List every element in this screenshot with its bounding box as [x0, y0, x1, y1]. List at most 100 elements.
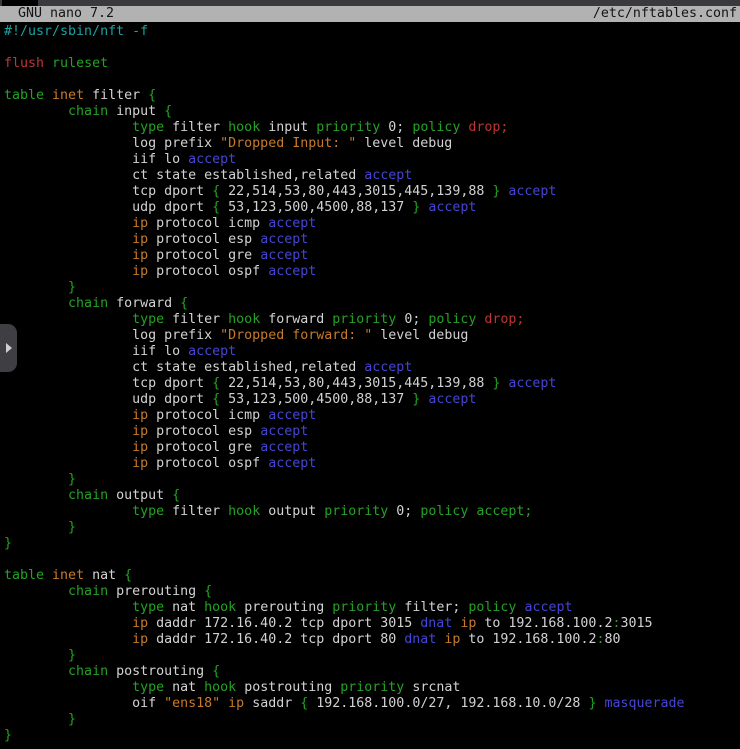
code-token: { — [148, 88, 156, 103]
code-token: protocol ospf — [148, 456, 268, 471]
code-token — [4, 472, 68, 487]
code-line[interactable]: } — [4, 728, 740, 744]
code-line[interactable]: } — [4, 520, 740, 536]
code-token — [4, 648, 68, 663]
code-token: inet — [52, 88, 84, 103]
code-line[interactable]: udp dport { 53,123,500,4500,88,137 } acc… — [4, 200, 740, 216]
code-line[interactable]: ip protocol ospf accept — [4, 264, 740, 280]
code-line[interactable]: } — [4, 280, 740, 296]
code-token — [220, 696, 228, 711]
code-line[interactable]: chain postrouting { — [4, 664, 740, 680]
code-token: ruleset — [52, 56, 108, 71]
code-token: accept — [524, 600, 572, 615]
code-line[interactable]: ip protocol gre accept — [4, 440, 740, 456]
code-line[interactable]: log prefix "Dropped Input: " level debug — [4, 136, 740, 152]
code-token — [4, 232, 132, 247]
code-token: { — [124, 568, 132, 583]
code-line[interactable]: } — [4, 648, 740, 664]
code-token: udp dport — [4, 392, 212, 407]
code-token: daddr 172.16.40.2 tcp dport 3015 — [148, 616, 420, 631]
code-token: hook — [228, 120, 260, 135]
code-token: input — [108, 104, 164, 119]
code-token: } — [68, 712, 76, 727]
code-line[interactable]: log prefix "Dropped forward: " level deb… — [4, 328, 740, 344]
code-token: ip — [444, 632, 460, 647]
code-line[interactable]: iif lo accept — [4, 344, 740, 360]
code-line[interactable]: } — [4, 472, 740, 488]
code-token: ip — [132, 216, 148, 231]
code-line[interactable]: ip protocol ospf accept — [4, 456, 740, 472]
code-line[interactable]: flush ruleset — [4, 56, 740, 72]
code-line[interactable]: tcp dport { 22,514,53,80,443,3015,445,13… — [4, 376, 740, 392]
code-line[interactable]: type filter hook output priority 0; poli… — [4, 504, 740, 520]
code-line[interactable]: type nat hook prerouting priority filter… — [4, 600, 740, 616]
code-token: ct state established,related — [4, 168, 364, 183]
code-token — [4, 424, 132, 439]
code-line[interactable]: chain prerouting { — [4, 584, 740, 600]
nano-version-label: GNU nano 7.2 — [18, 6, 114, 22]
code-line[interactable]: ip protocol esp accept — [4, 424, 740, 440]
code-line[interactable]: ip protocol icmp accept — [4, 216, 740, 232]
code-token: drop; — [468, 120, 508, 135]
code-token: ip — [132, 424, 148, 439]
code-token: } — [68, 520, 76, 535]
code-line[interactable]: iif lo accept — [4, 152, 740, 168]
code-line[interactable]: ip protocol gre accept — [4, 248, 740, 264]
code-token: chain — [68, 488, 108, 503]
code-line[interactable]: ct state established,related accept — [4, 168, 740, 184]
code-line[interactable]: type filter hook input priority 0; polic… — [4, 120, 740, 136]
code-token — [4, 408, 132, 423]
code-token — [44, 568, 52, 583]
code-token: tcp dport — [4, 184, 212, 199]
code-line[interactable] — [4, 552, 740, 568]
code-token: udp dport — [4, 200, 212, 215]
sidebar-expand-handle[interactable] — [0, 324, 17, 372]
code-line[interactable]: type nat hook postrouting priority srcna… — [4, 680, 740, 696]
code-line[interactable]: oif "ens18" ip saddr { 192.168.100.0/27,… — [4, 696, 740, 712]
code-line[interactable]: table inet nat { — [4, 568, 740, 584]
code-token: postrouting — [236, 680, 340, 695]
code-token — [44, 56, 52, 71]
code-line[interactable] — [4, 72, 740, 88]
code-token: filter — [164, 120, 228, 135]
code-line[interactable]: type filter hook forward priority 0; pol… — [4, 312, 740, 328]
code-token: forward — [108, 296, 180, 311]
code-line[interactable]: ip protocol esp accept — [4, 232, 740, 248]
code-token: protocol ospf — [148, 264, 268, 279]
code-line[interactable]: chain forward { — [4, 296, 740, 312]
code-token: protocol esp — [148, 424, 260, 439]
code-token: level debug — [372, 328, 468, 343]
code-token: inet — [52, 568, 84, 583]
code-token: to 192.168.100.2 — [460, 632, 596, 647]
code-line[interactable]: table inet filter { — [4, 88, 740, 104]
code-token — [4, 216, 132, 231]
code-line[interactable] — [4, 40, 740, 56]
code-line[interactable]: } — [4, 712, 740, 728]
code-line[interactable]: tcp dport { 22,514,53,80,443,3015,445,13… — [4, 184, 740, 200]
code-token — [4, 520, 68, 535]
editor-area[interactable]: #!/usr/sbin/nft -f flush ruleset table ine… — [4, 24, 740, 749]
code-token: accept — [428, 392, 476, 407]
code-token: prerouting — [236, 600, 332, 615]
code-token: 53,123,500,4500,88,137 — [220, 200, 412, 215]
code-line[interactable]: ip protocol icmp accept — [4, 408, 740, 424]
code-token — [4, 680, 132, 695]
code-line[interactable]: } — [4, 536, 740, 552]
code-token: table — [4, 568, 44, 583]
code-token — [4, 632, 132, 647]
code-line[interactable]: #!/usr/sbin/nft -f — [4, 24, 740, 40]
code-token — [4, 616, 132, 631]
code-line[interactable]: chain output { — [4, 488, 740, 504]
code-line[interactable]: udp dport { 53,123,500,4500,88,137 } acc… — [4, 392, 740, 408]
code-token: 22,514,53,80,443,3015,445,139,88 — [220, 376, 492, 391]
code-line[interactable]: chain input { — [4, 104, 740, 120]
code-token — [4, 264, 132, 279]
code-token — [4, 504, 132, 519]
code-line[interactable]: ct state established,related accept — [4, 360, 740, 376]
code-line[interactable]: ip daddr 172.16.40.2 tcp dport 80 dnat i… — [4, 632, 740, 648]
code-token: type — [132, 120, 164, 135]
code-line[interactable]: ip daddr 172.16.40.2 tcp dport 3015 dnat… — [4, 616, 740, 632]
code-token: accept — [188, 344, 236, 359]
code-token: { — [164, 104, 172, 119]
code-token: policy — [428, 312, 476, 327]
